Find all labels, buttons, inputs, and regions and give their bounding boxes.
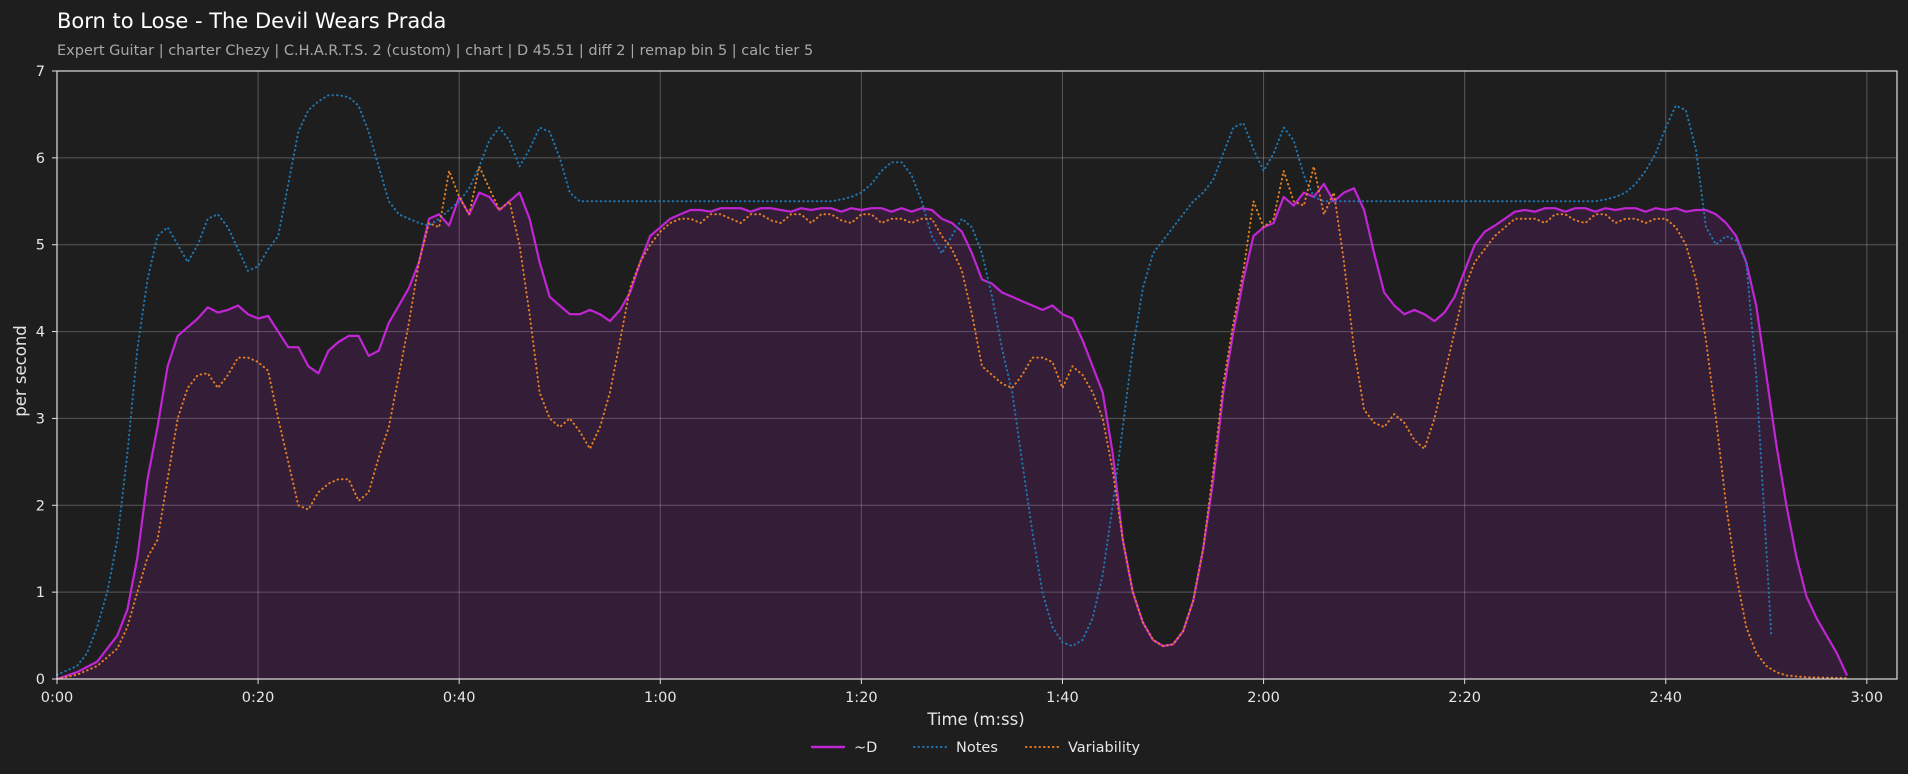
legend: ~D Notes Variability (810, 740, 1141, 756)
x-tick-label: 0:40 (443, 690, 476, 706)
y-tick-label: 4 (36, 325, 45, 341)
y-tick-label: 0 (36, 672, 45, 688)
y-tick-label: 2 (36, 498, 45, 514)
y-axis-label: per second (11, 325, 30, 417)
x-tick-label: 2:40 (1649, 690, 1682, 706)
legend-label-variability: Variability (1068, 740, 1141, 756)
chart-svg: Born to Lose - The Devil Wears Prada Exp… (11, 9, 1898, 756)
x-tick-label: 2:20 (1448, 690, 1481, 706)
x-tick-label: 3:00 (1851, 690, 1884, 706)
y-tick-label: 7 (36, 64, 45, 80)
x-tick-label: 1:40 (1046, 690, 1079, 706)
y-tick-label: 6 (36, 151, 45, 167)
x-tick-label: 1:20 (845, 690, 878, 706)
x-tick-label: 2:00 (1247, 690, 1280, 706)
x-tick-label: 0:00 (41, 690, 74, 706)
y-tick-label: 5 (36, 238, 45, 254)
y-tick-label: 3 (36, 411, 45, 427)
chart-root: Born to Lose - The Devil Wears Prada Exp… (0, 0, 1908, 774)
chart-title: Born to Lose - The Devil Wears Prada (57, 9, 446, 33)
x-axis-label: Time (m:ss) (926, 710, 1024, 729)
fill-layer (57, 183, 1847, 679)
legend-label-d: ~D (854, 740, 877, 756)
x-tick-label: 0:20 (242, 690, 275, 706)
y-tick-label: 1 (36, 585, 45, 601)
legend-label-notes: Notes (956, 740, 998, 756)
chart-subtitle: Expert Guitar | charter Chezy | C.H.A.R.… (57, 43, 813, 59)
x-tick-label: 1:00 (644, 690, 677, 706)
series-fill-d (57, 183, 1847, 679)
